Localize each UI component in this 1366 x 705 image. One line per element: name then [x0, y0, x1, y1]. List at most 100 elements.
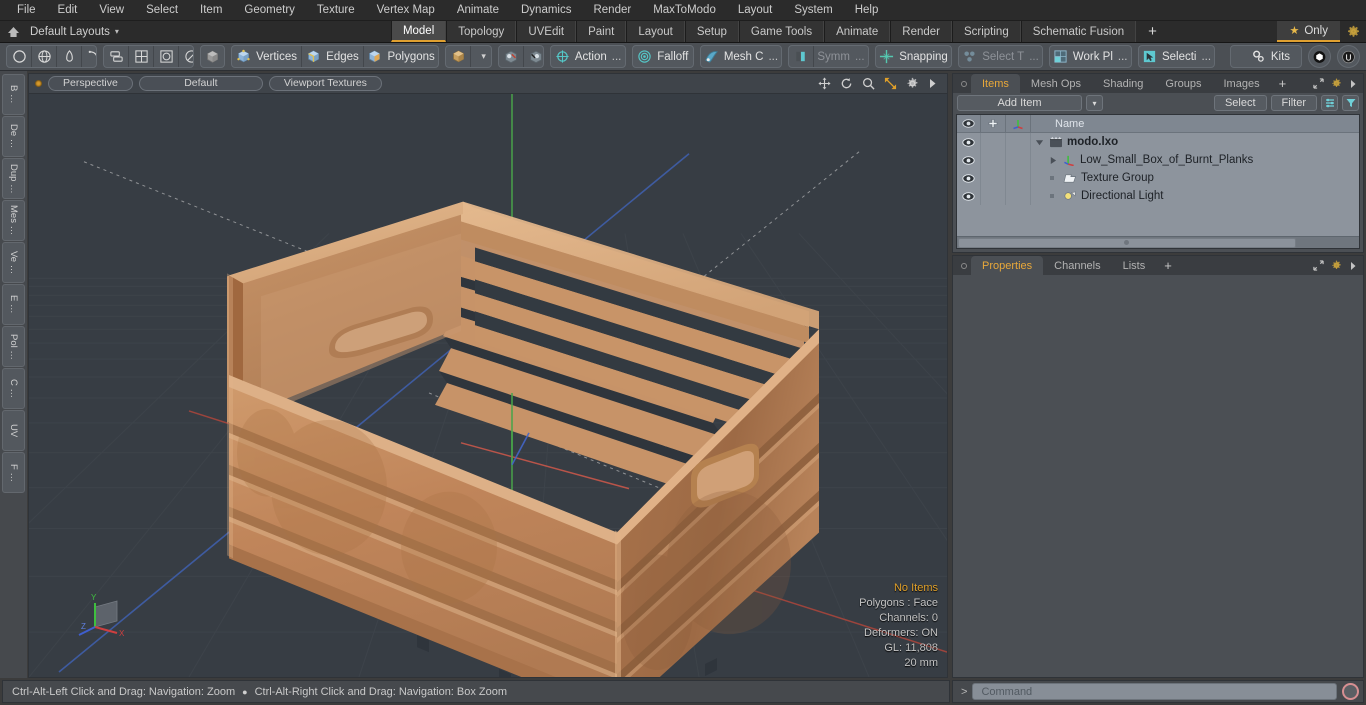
axis-gizmo[interactable]: Y X Z [73, 589, 133, 649]
items-add-tab-button[interactable]: + [1271, 74, 1295, 93]
viewport-display-mode-dropdown[interactable]: Viewport Textures [268, 76, 382, 91]
tab-properties[interactable]: Properties [971, 256, 1044, 275]
tab-paint[interactable]: Paint [576, 21, 627, 42]
items-tree[interactable]: Name modo.lxo Low_Small_Box_of_Burnt_Pla… [956, 114, 1360, 249]
tab-render[interactable]: Render [890, 21, 952, 42]
menu-item-dynamics[interactable]: Dynamics [510, 0, 582, 21]
pan-icon[interactable] [818, 77, 831, 90]
default-layouts-dropdown[interactable]: Default Layouts ▾ [26, 21, 129, 42]
vtab-mesh-edit[interactable]: Mes … [2, 200, 25, 241]
row-transform-cell[interactable] [1006, 133, 1031, 151]
symmetry-bar-icon[interactable] [789, 46, 815, 67]
row-visibility-toggle[interactable] [957, 187, 981, 205]
list-options-icon[interactable] [1321, 95, 1338, 111]
tab-uvedit[interactable]: UVEdit [516, 21, 577, 42]
tab-items[interactable]: Items [971, 74, 1020, 93]
menu-item-texture[interactable]: Texture [306, 0, 366, 21]
menu-item-layout[interactable]: Layout [727, 0, 784, 21]
tab-channels[interactable]: Channels [1043, 256, 1111, 275]
vtab-deform[interactable]: De … [2, 116, 25, 157]
symmetry-button[interactable]: Symm ... [814, 46, 868, 67]
tab-mesh-ops[interactable]: Mesh Ops [1020, 74, 1092, 93]
menu-item-view[interactable]: View [88, 0, 135, 21]
viewport-view-type-dropdown[interactable]: Perspective [48, 76, 133, 91]
table-row[interactable]: modo.lxo [957, 133, 1359, 151]
record-circle-icon[interactable] [1342, 683, 1359, 700]
add-tab-button[interactable]: + [1136, 21, 1169, 42]
menu-item-vertex-map[interactable]: Vertex Map [366, 0, 446, 21]
mirror-toggle-icon[interactable] [524, 46, 544, 67]
material-cube-icon[interactable] [446, 46, 472, 67]
only-toggle-button[interactable]: ★ Only [1277, 21, 1340, 42]
panel-menu-dot-icon[interactable] [957, 256, 971, 275]
tab-layout[interactable]: Layout [626, 21, 685, 42]
row-visibility-toggle[interactable] [957, 151, 981, 169]
rotate-icon[interactable] [840, 77, 853, 90]
viewport-shading-dropdown[interactable]: Default [138, 76, 263, 91]
select-button[interactable]: Select [1213, 95, 1267, 111]
scrollbar-thumb[interactable] [958, 237, 1296, 248]
viewport-arrow-icon[interactable] [928, 78, 937, 89]
selection-mode-edges[interactable]: Edges [302, 46, 365, 67]
collapse-triangle-icon[interactable] [1049, 156, 1059, 165]
ellipse-icon[interactable] [179, 46, 194, 67]
viewport-gear-icon[interactable] [906, 77, 919, 90]
row-transform-cell[interactable] [1006, 151, 1031, 169]
row-name-cell[interactable]: Texture Group [1031, 169, 1359, 187]
perspective-viewport[interactable]: No Items Polygons : Face Channels: 0 Def… [28, 93, 948, 678]
substance-icon[interactable] [1308, 45, 1331, 68]
vtab-polygon[interactable]: Pol … [2, 326, 25, 367]
tab-schematic-fusion[interactable]: Schematic Fusion [1020, 21, 1137, 42]
tab-images[interactable]: Images [1213, 74, 1271, 93]
menu-item-file[interactable]: File [6, 0, 47, 21]
zoom-icon[interactable] [862, 77, 875, 90]
arrow-icon[interactable] [1349, 261, 1357, 271]
menu-item-edit[interactable]: Edit [47, 0, 89, 21]
select-through-button[interactable]: Select T ... [959, 46, 1042, 67]
row-name-cell[interactable]: modo.lxo [1031, 133, 1359, 151]
vtab-edge[interactable]: E … [2, 284, 25, 325]
vtab-fusion[interactable]: F … [2, 452, 25, 493]
menu-item-render[interactable]: Render [582, 0, 642, 21]
symmetry-toggle-icon[interactable] [499, 46, 524, 67]
tab-groups[interactable]: Groups [1154, 74, 1212, 93]
menu-item-help[interactable]: Help [844, 0, 890, 21]
vtab-basic[interactable]: B … [2, 74, 25, 115]
tab-lists[interactable]: Lists [1112, 256, 1157, 275]
row-lock-cell[interactable] [981, 187, 1006, 205]
menu-item-geometry[interactable]: Geometry [233, 0, 306, 21]
menu-item-animate[interactable]: Animate [446, 0, 510, 21]
menu-item-maxtomodo[interactable]: MaxToModo [642, 0, 727, 21]
tab-game-tools[interactable]: Game Tools [738, 21, 825, 42]
gear-icon[interactable] [1331, 78, 1342, 89]
properties-add-tab-button[interactable]: + [1156, 256, 1180, 275]
command-input[interactable] [972, 683, 1337, 700]
row-lock-cell[interactable] [981, 151, 1006, 169]
row-visibility-toggle[interactable] [957, 169, 981, 187]
row-lock-cell[interactable] [981, 133, 1006, 151]
selection-mode-polygons[interactable]: Polygons [364, 46, 438, 67]
vtab-curve[interactable]: C … [2, 368, 25, 409]
row-lock-cell[interactable] [981, 169, 1006, 187]
row-name-cell[interactable]: Low_Small_Box_of_Burnt_Planks [1031, 151, 1359, 169]
cross-shape-icon[interactable] [129, 46, 155, 67]
mesh-constraint-button[interactable]: Mesh C ... [701, 46, 781, 67]
tab-animate[interactable]: Animate [824, 21, 891, 42]
add-item-dropdown[interactable]: ▾ [1085, 95, 1103, 111]
items-tree-horizontal-scrollbar[interactable] [957, 236, 1359, 248]
box-stack-icon[interactable] [104, 46, 130, 67]
gear-icon[interactable] [1331, 260, 1342, 271]
vtab-vertex[interactable]: Ve … [2, 242, 25, 283]
vtab-duplicate[interactable]: Dup … [2, 158, 25, 199]
menu-item-select[interactable]: Select [135, 0, 189, 21]
expand-triangle-icon[interactable] [1035, 138, 1045, 147]
table-row[interactable]: Low_Small_Box_of_Burnt_Planks [957, 151, 1359, 169]
selection-mode-vertices[interactable]: Vertices [232, 46, 302, 67]
rounded-square-icon[interactable] [154, 46, 180, 67]
tab-model[interactable]: Model [390, 21, 447, 42]
tab-scripting[interactable]: Scripting [951, 21, 1021, 42]
falloff-button[interactable]: Falloff [633, 46, 693, 67]
filter-button[interactable]: Filter [1270, 95, 1317, 111]
work-plane-button[interactable]: Work Pl ... [1050, 46, 1131, 67]
add-item-button[interactable]: Add Item [957, 95, 1082, 111]
